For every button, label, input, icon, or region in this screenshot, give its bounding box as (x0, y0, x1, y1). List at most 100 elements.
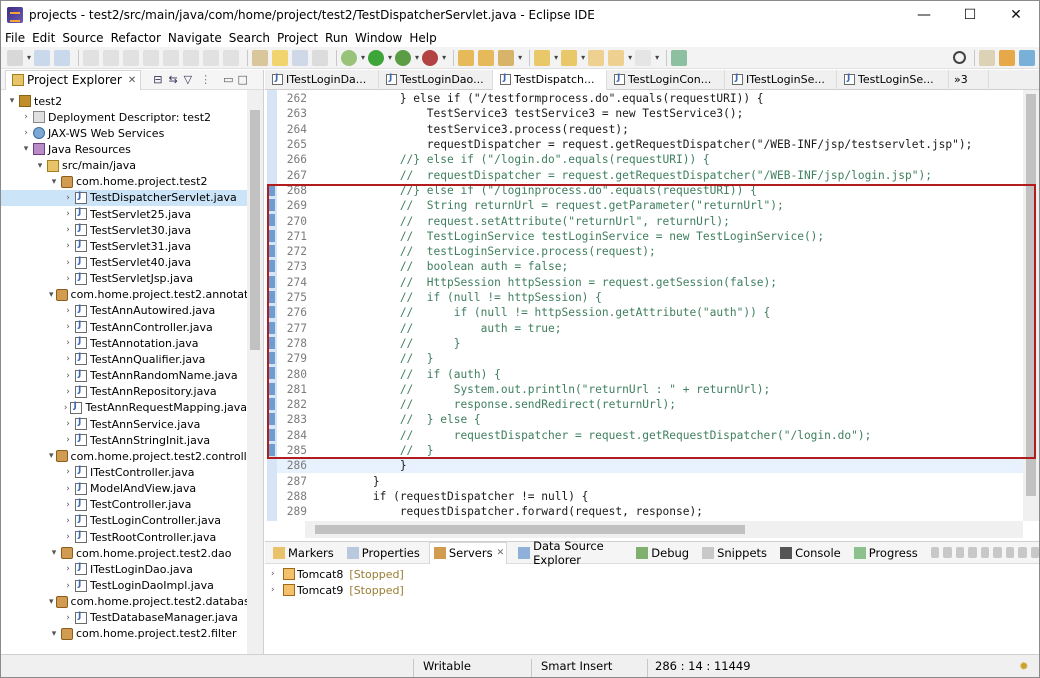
tree-item[interactable]: › ModelAndView.java (1, 481, 247, 497)
start-server-icon[interactable] (943, 547, 952, 558)
tree-item[interactable]: › TestDispatcherServlet.java (1, 189, 247, 206)
expanded-arrow-icon[interactable]: ▾ (35, 161, 45, 171)
bottom-tab[interactable]: Servers ✕ (428, 541, 508, 564)
menu-run[interactable]: Run (325, 31, 348, 45)
close-button[interactable]: ✕ (993, 1, 1039, 29)
collapsed-arrow-icon[interactable]: › (63, 435, 73, 445)
word-wrap-icon[interactable] (292, 49, 309, 66)
expanded-arrow-icon[interactable]: ▾ (49, 177, 59, 187)
editor-tab[interactable]: TestLoginCon... (607, 69, 725, 90)
tree-item[interactable]: ▾ com.home.project.test2.dao (1, 545, 247, 561)
server-item[interactable]: › Tomcat8 [Stopped] (271, 566, 404, 582)
coverage-dropdown-icon[interactable]: ▾ (415, 53, 419, 62)
tree-item[interactable]: ▾ com.home.project.test2.filter (1, 626, 247, 642)
search-icon[interactable] (953, 51, 966, 64)
tree-item[interactable]: › TestAnnotation.java (1, 335, 247, 351)
menu-search[interactable]: Search (229, 31, 270, 45)
tree-item[interactable]: › TestAnnStringInit.java (1, 432, 247, 448)
new-dropdown-icon[interactable]: ▾ (27, 53, 31, 62)
tree-item[interactable]: › TestServlet30.java (1, 222, 247, 238)
tree-item[interactable]: › TestLoginDaoImpl.java (1, 578, 247, 594)
disconnect-icon[interactable] (1005, 547, 1015, 558)
external-tools-dropdown-icon[interactable]: ▾ (442, 53, 446, 62)
code-vertical-scrollbar[interactable] (1023, 90, 1039, 521)
tree-item[interactable]: › TestServlet40.java (1, 255, 247, 271)
project-explorer-tab[interactable]: Project Explorer ✕ (5, 69, 142, 90)
show-whitespace-icon[interactable] (312, 49, 329, 66)
expanded-arrow-icon[interactable]: ▾ (49, 451, 54, 461)
close-view-icon[interactable]: ✕ (497, 548, 505, 558)
next-annotation-icon[interactable] (534, 49, 551, 66)
tree-item[interactable]: › TestAnnService.java (1, 416, 247, 432)
console-toolbar-icon[interactable] (930, 547, 940, 558)
tree-item[interactable]: ▾ test2 (1, 93, 247, 109)
tree-item[interactable]: › TestAnnRequestMapping.java (1, 400, 247, 416)
collapsed-arrow-icon[interactable]: › (63, 581, 73, 591)
close-view-icon[interactable]: ✕ (128, 75, 136, 86)
collapsed-arrow-icon[interactable]: › (63, 354, 73, 364)
bottom-tab[interactable]: Progress (850, 542, 920, 564)
tree-item[interactable]: › TestDatabaseManager.java (1, 610, 247, 626)
skip-breakpoints-icon[interactable] (83, 49, 100, 66)
minimize-view-icon[interactable] (1018, 547, 1027, 558)
editor-tab[interactable]: ITestLoginSe... (725, 69, 837, 90)
collapsed-arrow-icon[interactable]: › (63, 500, 73, 510)
debug-dropdown-icon[interactable]: ▾ (361, 53, 365, 62)
collapsed-arrow-icon[interactable]: › (63, 484, 73, 494)
collapsed-arrow-icon[interactable]: › (63, 193, 73, 203)
last-edit-location-icon[interactable] (588, 49, 605, 66)
collapsed-arrow-icon[interactable]: › (271, 585, 281, 595)
next-annotation-dropdown-icon[interactable]: ▾ (554, 53, 558, 62)
previous-annotation-dropdown-icon[interactable]: ▾ (581, 53, 585, 62)
toggle-mark-occurrences-icon[interactable] (252, 49, 269, 66)
debug-icon[interactable] (341, 49, 358, 66)
expanded-arrow-icon[interactable]: ▾ (49, 548, 59, 558)
maximize-button[interactable]: ☐ (947, 1, 993, 29)
more-tabs-indicator[interactable]: »3 (954, 73, 968, 86)
profile-server-icon[interactable] (968, 547, 977, 558)
forward-dropdown-icon[interactable]: ▾ (655, 53, 659, 62)
collapsed-arrow-icon[interactable]: › (63, 467, 73, 477)
tree-item[interactable]: › TestAnnQualifier.java (1, 351, 247, 367)
tree-item[interactable]: ▾ com.home.project.test2.database (1, 594, 257, 610)
tree-item[interactable]: › JAX-WS Web Services (1, 125, 247, 141)
collapsed-arrow-icon[interactable]: › (21, 128, 31, 138)
tree-item[interactable]: › TestAnnRandomName.java (1, 368, 247, 384)
back-icon[interactable] (608, 49, 625, 66)
editor-tab[interactable]: TestLoginDao... (379, 69, 493, 90)
run-icon[interactable] (368, 49, 385, 66)
tree-item[interactable]: › TestLoginController.java (1, 513, 247, 529)
tree-item[interactable]: › TestAnnAutowired.java (1, 303, 247, 319)
collapsed-arrow-icon[interactable]: › (63, 387, 73, 397)
tree-item[interactable]: ▾ Java Resources (1, 141, 247, 157)
collapsed-arrow-icon[interactable]: › (63, 322, 73, 332)
stop-server-icon[interactable] (980, 547, 990, 558)
editor-tab[interactable]: TestDispatch... (493, 69, 607, 90)
debug-perspective-icon[interactable] (1019, 49, 1035, 66)
collapsed-arrow-icon[interactable]: › (63, 564, 73, 574)
tree-item[interactable]: › Deployment Descriptor: test2 (1, 109, 247, 125)
collapsed-arrow-icon[interactable]: › (63, 338, 73, 348)
toggle-block-selection-icon[interactable] (272, 49, 289, 66)
minimize-button[interactable]: — (901, 1, 947, 29)
tree-item[interactable]: ▾ com.home.project.test2.annotation (1, 287, 263, 303)
collapsed-arrow-icon[interactable]: › (63, 403, 68, 413)
expanded-arrow-icon[interactable]: ▾ (49, 597, 54, 607)
collapsed-arrow-icon[interactable]: › (63, 516, 73, 526)
tree-item[interactable]: › ITestController.java (1, 464, 247, 480)
terminate-icon[interactable] (143, 49, 160, 66)
collapse-all-icon[interactable]: ⊟ (153, 73, 162, 86)
tree-scrollbar[interactable] (247, 90, 263, 654)
step-return-icon[interactable] (223, 49, 240, 66)
tree-item[interactable]: › TestRootController.java (1, 529, 247, 545)
external-tools-icon[interactable] (422, 49, 439, 66)
bottom-tab[interactable]: Properties (343, 542, 422, 564)
tree-item[interactable]: › TestServlet25.java (1, 206, 247, 222)
collapsed-arrow-icon[interactable]: › (63, 258, 73, 268)
collapsed-arrow-icon[interactable]: › (63, 225, 73, 235)
coverage-icon[interactable] (395, 49, 412, 66)
run-dropdown-icon[interactable]: ▾ (388, 53, 392, 62)
back-dropdown-icon[interactable]: ▾ (628, 53, 632, 62)
bottom-tab[interactable]: Snippets (698, 542, 769, 564)
tree-item[interactable]: ▾ com.home.project.test2.controller (1, 448, 258, 464)
